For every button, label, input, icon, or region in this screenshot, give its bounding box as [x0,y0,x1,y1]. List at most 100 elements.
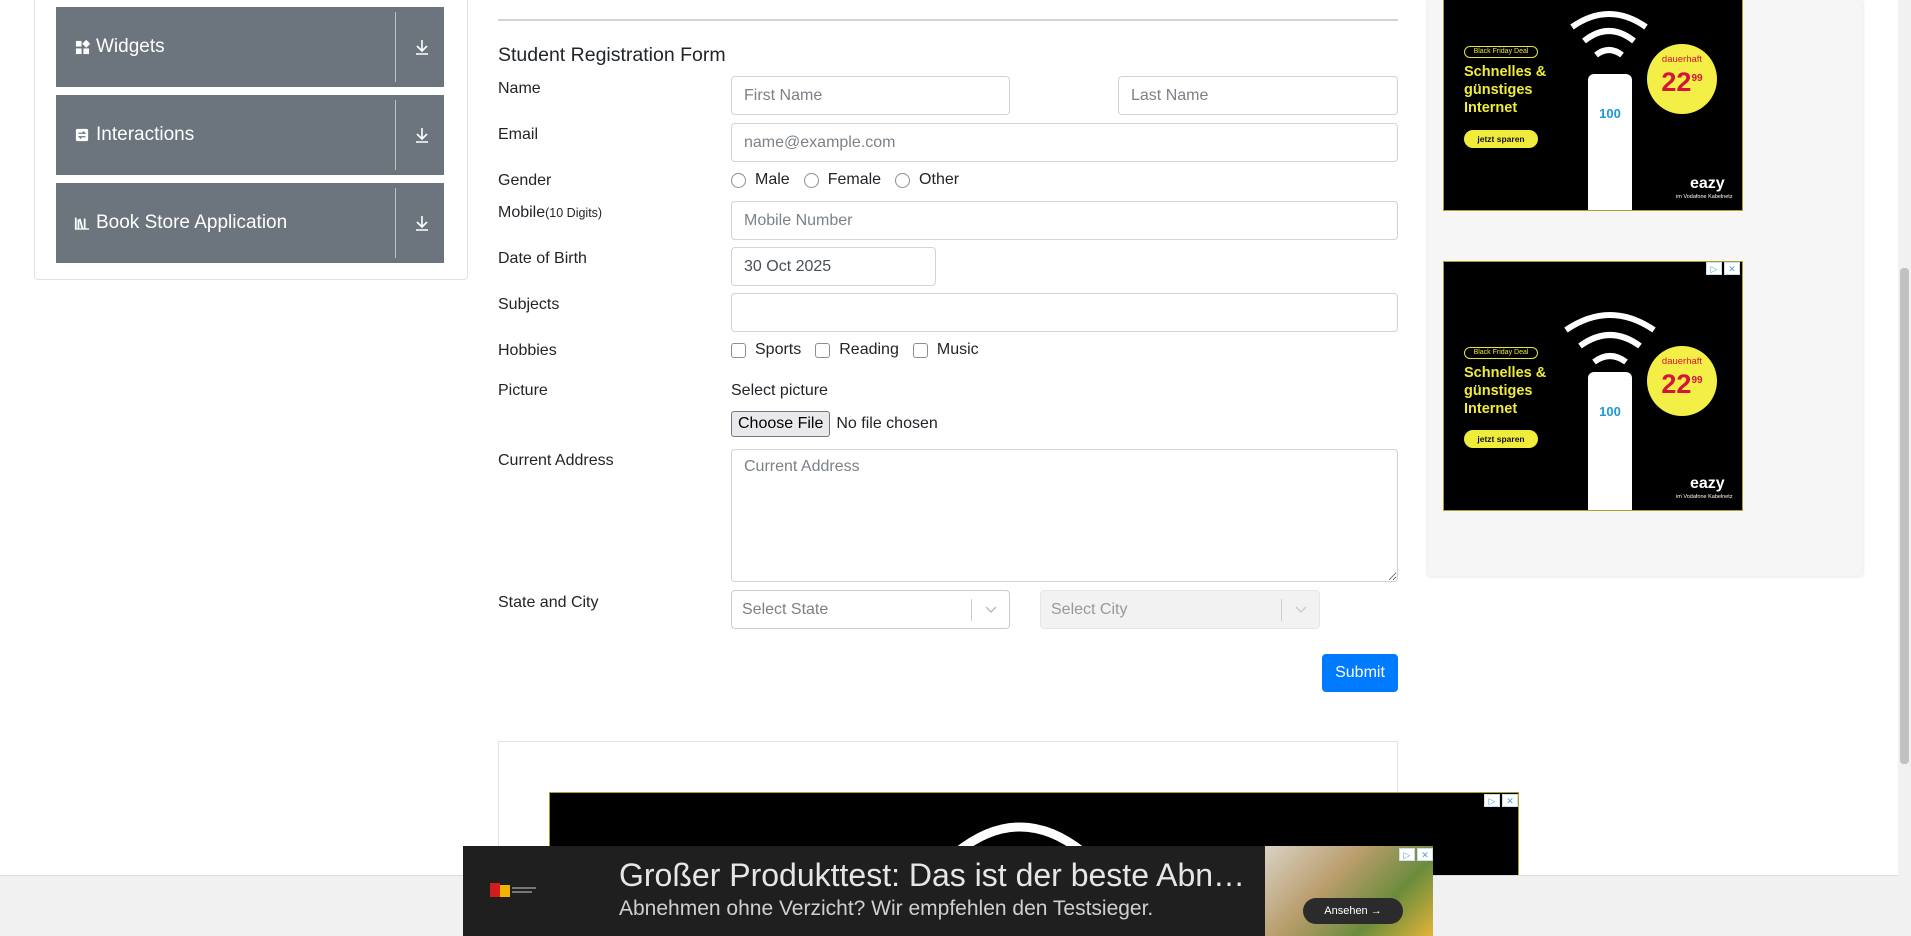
option-label: Female [827,171,882,188]
hobby-reading-option[interactable]: Reading [815,341,899,359]
ad-cta-button[interactable]: jetzt sparen [1464,430,1538,448]
chevron-down-icon[interactable] [1282,605,1319,614]
checkbox[interactable] [815,342,831,358]
option-label: Other [919,171,960,188]
last-name-input[interactable] [1118,76,1398,115]
widgets-icon [74,39,90,55]
hobbies-label: Hobbies [498,342,557,359]
brand-logo: eazy [1690,475,1725,492]
close-icon[interactable]: ✕ [1724,262,1740,275]
deal-badge: Black Friday Deal [1464,46,1538,58]
adchoices-icon[interactable]: ▷ [1399,848,1415,861]
state-city-label: State and City [498,594,599,611]
banner-image: ▷ ✕ Ansehen → [1265,846,1433,936]
divider [395,100,396,170]
price-cents: 99 [1691,73,1703,84]
form-title: Student Registration Form [498,44,726,66]
state-placeholder: Select State [742,600,829,618]
chevron-down-icon[interactable] [972,605,1009,614]
speed-label: 100 [1599,106,1621,121]
subjects-input[interactable] [731,293,1398,332]
price: 22 [1661,67,1692,97]
hobby-sports-option[interactable]: Sports [731,341,801,359]
gender-radio-group: Male Female Other [731,171,973,189]
ansehen-button[interactable]: Ansehen → [1303,898,1403,924]
city-placeholder: Select City [1051,600,1128,618]
sidebar-item-label: Widgets [96,36,165,57]
submit-button[interactable]: Submit [1322,654,1398,692]
option-label: Sports [755,341,802,358]
speed-label: 100 [1599,404,1621,419]
hobby-music-option[interactable]: Music [912,341,979,359]
ad-headline: Schnelles & günstiges Internet [1464,64,1547,116]
brand-subtext: im Vodafone Kabelnetz [1676,194,1733,200]
subjects-label: Subjects [498,296,560,313]
download-icon[interactable] [414,125,430,145]
date-of-birth-input[interactable]: 30 Oct 2025 [731,247,936,286]
radio-button[interactable] [895,172,911,188]
gender-other-option[interactable]: Other [895,171,959,189]
file-status: No file chosen [836,415,938,432]
city-select[interactable]: Select City [1040,590,1320,629]
current-address-label: Current Address [498,452,614,469]
sidebar-item-interactions[interactable]: Interactions [56,95,444,175]
router-image: 100 [1588,372,1632,510]
checkbox[interactable] [912,342,928,358]
interactions-icon [74,127,90,143]
gender-male-option[interactable]: Male [731,171,790,189]
banner-subline: Abnehmen ohne Verzicht? Wir empfehlen de… [619,897,1154,920]
deal-badge: Black Friday Deal [1464,347,1538,359]
close-icon[interactable]: ✕ [1502,794,1518,807]
book-store-icon [74,215,90,231]
badge-top-text: dauerhaft [1661,54,1703,65]
first-name-input[interactable] [731,76,1010,115]
choose-file-button[interactable]: Choose File [731,411,831,437]
state-select[interactable]: Select State [731,590,1010,629]
hobbies-checkbox-group: Sports Reading Music [731,341,993,359]
mobile-label-text: Mobile [498,204,546,221]
brand-logo: eazy [1690,175,1725,192]
divider [498,19,1398,21]
adchoices-icon[interactable]: ▷ [1484,794,1500,807]
wifi-icon [1564,312,1656,365]
brand-subtext: im Vodafone Kabelnetz [1676,494,1733,500]
divider [395,12,396,82]
sidebar-item-book-store[interactable]: Book Store Application [56,183,444,263]
email-input[interactable] [731,123,1398,162]
picture-label: Picture [498,382,548,399]
radio-button[interactable] [803,172,819,188]
badge-top-text: dauerhaft [1661,356,1703,367]
download-icon[interactable] [414,213,430,233]
mobile-hint: (10 Digits) [545,206,603,220]
ad-headline: Schnelles & günstiges Internet [1464,365,1547,417]
price-badge: dauerhaft 2299 [1647,44,1717,114]
mobile-input[interactable] [731,201,1398,240]
side-ad-1[interactable]: Black Friday Deal Schnelles & günstiges … [1443,0,1743,211]
radio-button[interactable] [731,172,746,188]
current-address-textarea[interactable] [731,449,1398,582]
dob-label: Date of Birth [498,250,587,267]
sidebar-item-label: Interactions [96,124,195,145]
ad-cta-button[interactable]: jetzt sparen [1464,130,1538,148]
scrollbar-thumb[interactable] [1900,268,1909,764]
side-ad-2[interactable]: ▷ ✕ Black Friday Deal Schnelles & günsti… [1443,261,1743,511]
price-badge: dauerhaft 2299 [1647,346,1717,416]
gender-label: Gender [498,172,552,189]
name-label: Name [498,80,541,97]
gender-female-option[interactable]: Female [803,171,882,189]
select-picture-label: Select picture [731,382,828,399]
sidebar-item-label: Book Store Application [96,212,288,233]
download-icon[interactable] [414,37,430,57]
checkbox[interactable] [731,342,746,358]
mobile-label: Mobile(10 Digits) [498,204,602,222]
bottom-banner-ad[interactable]: Großer Produkttest: Das ist der beste Ab… [463,846,1433,936]
close-icon[interactable]: ✕ [1417,848,1433,861]
email-label: Email [498,126,539,143]
advertiser-logo [463,846,563,936]
banner-headline: Großer Produkttest: Das ist der beste Ab… [619,857,1246,893]
option-label: Male [755,171,790,188]
page-scrollbar[interactable] [1898,0,1911,936]
wifi-icon [1570,11,1648,58]
sidebar-item-widgets[interactable]: Widgets [56,7,444,87]
adchoices-icon[interactable]: ▷ [1706,262,1722,275]
